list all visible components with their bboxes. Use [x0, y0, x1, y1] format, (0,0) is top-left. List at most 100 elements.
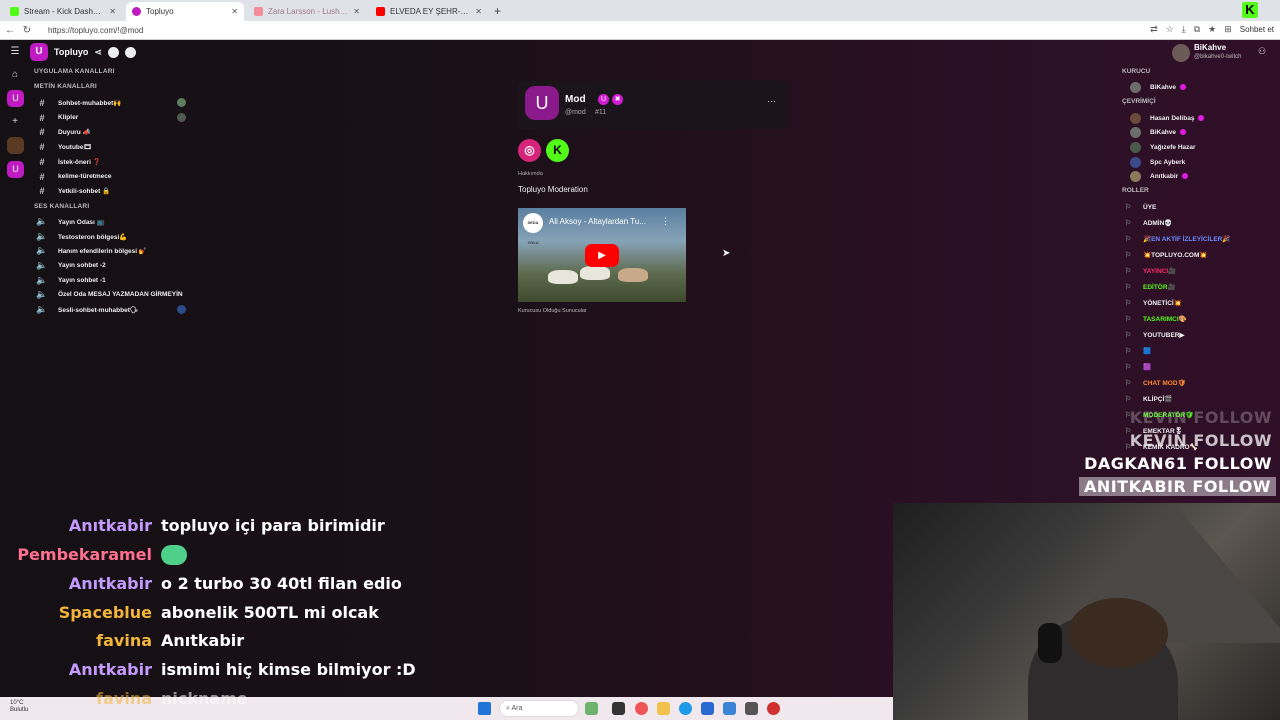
play-button-icon[interactable]: ▶: [585, 244, 619, 267]
voice-channel-item[interactable]: 🔈 Yayın sohbet -1: [36, 274, 186, 287]
voice-channel-item[interactable]: 🔈 Testosteron bölgesi💪: [36, 230, 186, 243]
url-field[interactable]: https://topluyo.com/!@mod: [48, 26, 143, 35]
profile-card: U Mod U ✖ @mod #11 ···: [518, 81, 788, 129]
role-item[interactable]: ⚐ 🎉EN AKTİF İZLEYİCİLER🎉: [1125, 233, 1230, 245]
hash-icon: #: [39, 141, 45, 152]
app-icon[interactable]: [585, 702, 598, 715]
channel-item[interactable]: # Klipler: [36, 111, 186, 124]
role-item[interactable]: ⚐ ADMİN💀: [1125, 217, 1172, 229]
voice-channel-item[interactable]: 🔈 Yayın Odası 📺: [36, 215, 186, 228]
new-tab-icon[interactable]: +: [494, 2, 501, 21]
channel-item[interactable]: # Duyuru 📣: [36, 125, 186, 138]
server-avatar-icon[interactable]: [7, 137, 24, 154]
speaker-icon: 🔈: [36, 304, 48, 314]
role-item[interactable]: ⚐ YAYINCI🎥: [1125, 265, 1176, 277]
roles-title: ROLLER: [1122, 187, 1149, 194]
copilot-chat-button[interactable]: Sohbet et: [1240, 25, 1274, 34]
file-explorer-icon[interactable]: [657, 702, 670, 715]
kick-favicon-icon: [10, 7, 19, 16]
close-icon[interactable]: ✕: [353, 7, 360, 16]
channel-item[interactable]: # kelime-türetmece: [36, 170, 186, 183]
member-item[interactable]: BiKahve: [1130, 81, 1187, 93]
bookmark-star-icon[interactable]: ☆: [1166, 24, 1174, 35]
server-badge-icon[interactable]: [107, 46, 119, 58]
collections-icon[interactable]: ⊞: [1224, 24, 1232, 35]
member-item[interactable]: Yağızefe Hazar: [1130, 141, 1196, 153]
tab-zara-larsson[interactable]: Zara Larsson - Lush Life (Official V... …: [248, 2, 366, 21]
youtube-video-embed[interactable]: SEDA YOLU Ali Aksoy - Altaylardan Tu... …: [518, 208, 686, 302]
role-label: 🟪: [1143, 364, 1152, 371]
mail-icon[interactable]: [723, 702, 736, 715]
server-settings-icon[interactable]: [124, 46, 136, 58]
more-options-icon[interactable]: ···: [767, 96, 776, 106]
add-server-icon[interactable]: +: [8, 115, 22, 129]
member-name: Anıtkabir: [1150, 172, 1179, 180]
extensions-icon[interactable]: ⧉: [1194, 24, 1200, 35]
channel-item[interactable]: # Yetkili-sohbet 🔒: [36, 184, 186, 197]
close-icon[interactable]: ✕: [231, 7, 238, 16]
member-name: Hasan Delibaş: [1150, 114, 1195, 122]
close-icon[interactable]: ✕: [475, 7, 482, 16]
voice-channel-item[interactable]: 🔈 Özel Oda MESAJ YAZMADAN GİRMEYİN: [36, 288, 236, 301]
task-view-icon[interactable]: [612, 702, 625, 715]
hash-icon: #: [39, 112, 45, 123]
members-icon[interactable]: ⚇: [1258, 46, 1266, 57]
topluyo-server-icon[interactable]: U: [7, 161, 24, 178]
store-icon[interactable]: [701, 702, 714, 715]
steam-icon[interactable]: [745, 702, 758, 715]
role-item[interactable]: ⚐ YÖNETİCİ💥: [1125, 297, 1182, 309]
edge-icon[interactable]: [679, 702, 692, 715]
member-item[interactable]: Spc Ayberk: [1130, 156, 1185, 168]
role-item[interactable]: ⚐ 🟪: [1125, 361, 1151, 373]
current-user-name: BiKahve: [1194, 43, 1227, 52]
home-icon[interactable]: ⌂: [8, 68, 22, 82]
reload-icon[interactable]: ↻: [20, 25, 34, 36]
channel-item[interactable]: # Youtube🎞: [36, 140, 186, 153]
chrome-icon[interactable]: [767, 702, 780, 715]
video-menu-icon[interactable]: ⋮: [661, 216, 670, 227]
tab-elveda[interactable]: ELVEDA EY ŞEHR-İ RAMAZAN | M... ✕: [370, 2, 488, 21]
avatar: [1130, 141, 1141, 153]
share-icon[interactable]: ⋖: [94, 47, 102, 58]
voice-channel-item[interactable]: 🔈 Sesli-sohbet-muhabbet🗣: [36, 303, 186, 316]
voice-channel-item[interactable]: 🔈 Hanım efendilerin bölgesi 💅: [36, 244, 186, 257]
back-icon[interactable]: ←: [3, 25, 17, 36]
member-item[interactable]: Anıtkabir: [1130, 170, 1189, 182]
youtube-favicon-icon: [254, 7, 263, 16]
role-item[interactable]: ⚐ YOUTUBER▶: [1125, 329, 1184, 341]
text-channels-title: METİN KANALLARI: [34, 83, 97, 90]
role-item[interactable]: ⚐ KLİPÇİ🎬: [1125, 393, 1172, 405]
member-item[interactable]: BiKahve: [1130, 126, 1187, 138]
role-item[interactable]: ⚐ 💥TOPLUYO.COM💥: [1125, 249, 1207, 261]
topluyo-server-icon[interactable]: U: [7, 90, 24, 107]
about-text: Topluyo Moderation: [518, 185, 588, 194]
channel-item[interactable]: # İstek-öneri ❓: [36, 155, 186, 168]
windows-start-icon[interactable]: [478, 702, 491, 715]
favorites-icon[interactable]: ★: [1208, 24, 1216, 35]
instagram-icon[interactable]: ◎: [518, 139, 541, 162]
tab-kick-dashboard[interactable]: Stream - Kick Dashboard ✕: [4, 2, 122, 21]
avatar: [1130, 126, 1141, 138]
voice-channel-item[interactable]: 🔈 Yayın sohbet -2: [36, 259, 186, 272]
close-icon[interactable]: ✕: [109, 7, 116, 16]
role-label: KLİPÇİ🎬: [1143, 396, 1173, 403]
server-name[interactable]: Topluyo: [54, 47, 88, 57]
role-item[interactable]: ⚐ ÜYE: [1125, 201, 1156, 213]
download-icon[interactable]: ⤓: [1182, 24, 1186, 35]
taskbar-search[interactable]: ⌕ Ara: [499, 700, 579, 717]
member-item[interactable]: Hasan Delibaş: [1130, 112, 1205, 124]
menu-icon[interactable]: ☰: [8, 45, 22, 59]
kick-icon[interactable]: K: [546, 139, 569, 162]
role-item[interactable]: ⚐ TASARIMCI🎨: [1125, 313, 1187, 325]
role-item[interactable]: ⚐ CHAT MOD🛡: [1125, 377, 1186, 389]
tab-topluyo[interactable]: Topluyo ✕: [126, 2, 244, 21]
role-item[interactable]: ⚐ 🟦: [1125, 345, 1151, 357]
channel-label: Testosteron bölgesi💪: [58, 233, 128, 241]
avatar[interactable]: [1172, 44, 1190, 62]
copilot-icon[interactable]: [635, 702, 648, 715]
translate-icon[interactable]: ⇄: [1150, 24, 1158, 35]
server-logo-icon: U: [30, 43, 48, 61]
role-icon: ⚐: [1125, 204, 1132, 211]
role-item[interactable]: ⚐ EDİTÖR🎥: [1125, 281, 1176, 293]
channel-item[interactable]: # Sohbet-muhabbet🙌: [36, 96, 186, 109]
